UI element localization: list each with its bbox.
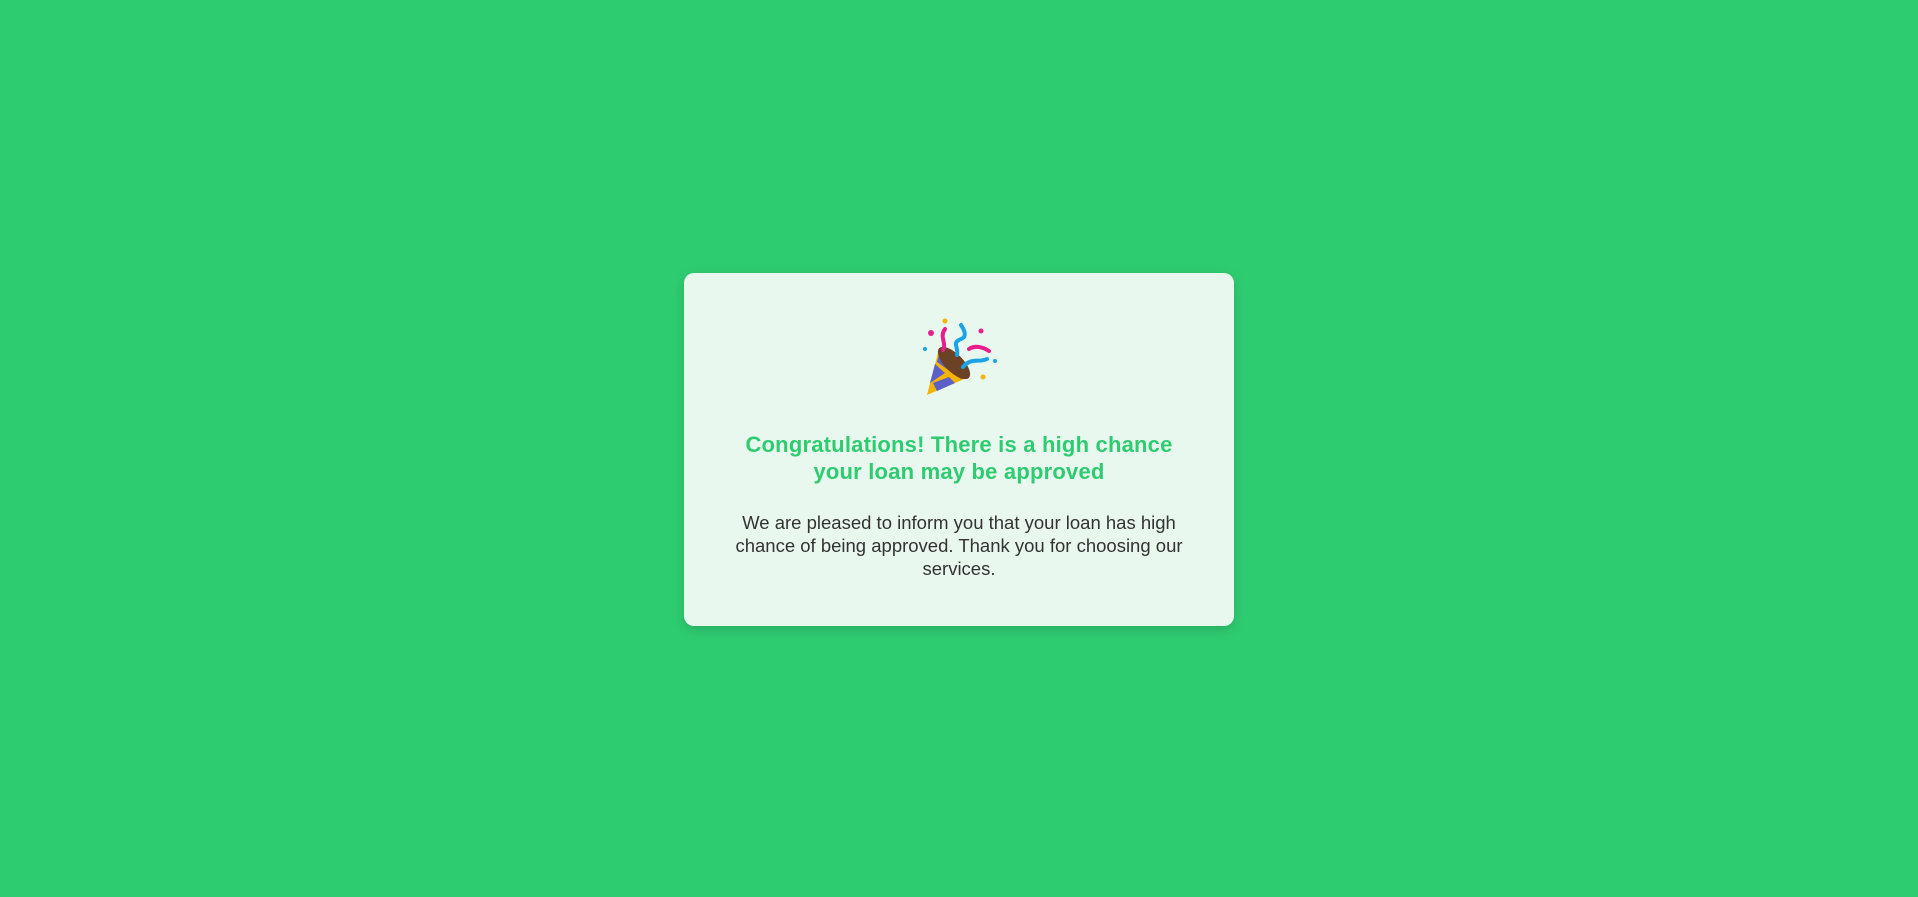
party-popper-icon	[917, 317, 1001, 401]
success-message: We are pleased to inform you that your l…	[735, 512, 1183, 579]
success-title: Congratulations! There is a high chance …	[745, 432, 1173, 484]
result-card: Congratulations! There is a high chance …	[684, 273, 1234, 626]
